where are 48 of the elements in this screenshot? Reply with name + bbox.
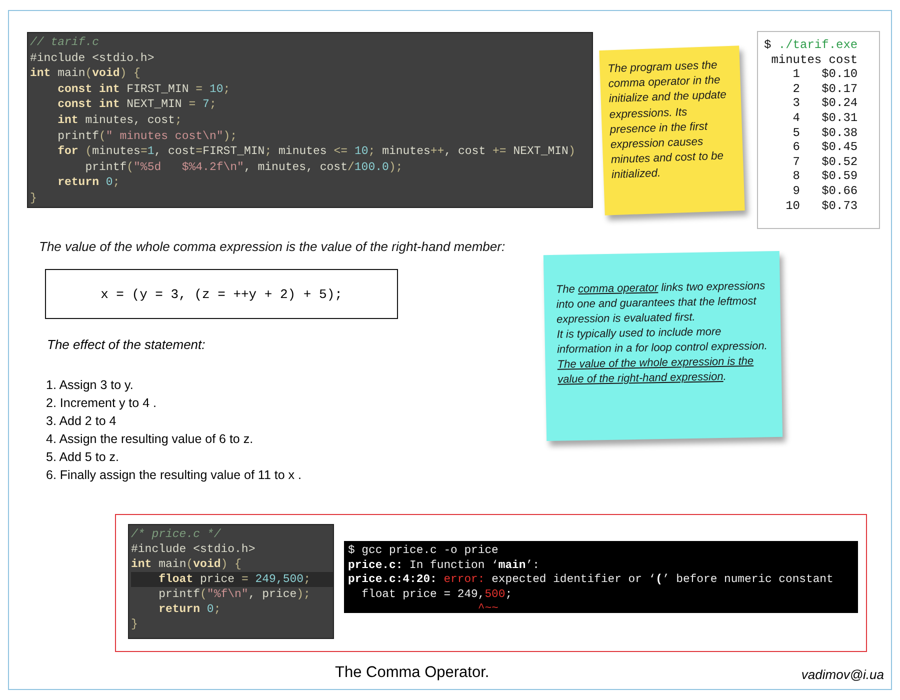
code-line: int minutes, cost; (56, 112, 183, 129)
list-item: 3. Add 2 to 4 (46, 413, 118, 430)
code-line: printf("%5d $%4.2f\n", minutes, cost/100.0); (84, 160, 404, 176)
code-line: const int FIRST_MIN = 10; (56, 82, 232, 98)
output-line: 3 $0.24 (792, 96, 859, 111)
code-line: return 0; (158, 602, 222, 617)
list-item: 2. Increment y to 4 . (46, 395, 158, 412)
code-line: } (131, 617, 139, 632)
effect-heading: The effect of the statement: (47, 337, 206, 352)
expression-box: x = (y = 3, (z = ++y + 2) + 5); (45, 269, 398, 319)
output-line: 10 $0.73 (784, 198, 859, 214)
slide-caption: The Comma Operator. (335, 664, 490, 682)
code-line: /* price.c */ (131, 527, 222, 542)
code-line: } (30, 190, 38, 207)
terminal-line: price.c: In function ‘main’: (348, 558, 540, 573)
output-line: minutes cost (770, 52, 859, 68)
code-line: return 0; (56, 175, 121, 191)
output-line: 7 $0.52 (792, 154, 859, 170)
output-line: $ ./tarif.exe (764, 38, 859, 53)
terminal-line: price.c:4:20: error: expected identifier or ‘(’ before numeric constant (348, 573, 834, 588)
terminal-line: ^~~ (476, 602, 500, 616)
code-line: printf("%f\n", price); (158, 587, 312, 602)
output-line: 4 $0.31 (792, 110, 859, 126)
code-line: printf(" minutes cost\n"); (56, 128, 238, 144)
code-line: int main(void) { (131, 557, 242, 572)
note-text: The program uses the comma operator in the initialize and the update expressions. Its presence in the first expression causes minutes and cost to be initialized. (608, 58, 728, 184)
code-line: #include <stdio.h> (131, 542, 256, 557)
output-line: 5 $0.38 (792, 126, 859, 140)
statement-text: The value of the whole comma expression is the value of the right-hand member: (39, 239, 506, 254)
output-line: 1 $0.10 (792, 67, 859, 82)
code-line: int main(void) { (30, 66, 142, 82)
output-line: 2 $0.17 (792, 82, 859, 96)
terminal-line: float price = 249,500; (360, 588, 514, 602)
code-line: #include <stdio.h> (30, 50, 156, 66)
terminal-line: $ gcc price.c -o price (348, 544, 500, 558)
author-email: vadimov@i.ua (801, 667, 884, 682)
code-line: for (minutes=1, cost=FIRST_MIN; minutes <= 10; minutes++, cost += NEXT_MIN) (56, 144, 576, 160)
list-item: 5. Add 5 to z. (46, 449, 120, 466)
output-line: 8 $0.59 (792, 169, 859, 184)
code-line: // tarif.c (30, 35, 100, 51)
output-line: 9 $0.66 (792, 184, 859, 199)
list-item: 6. Finally assign the resulting value of 11 to x . (46, 467, 302, 484)
output-line: 6 $0.45 (792, 140, 859, 155)
list-item: 1. Assign 3 to y. (46, 377, 134, 394)
note-text: The comma operator links two expressions into one and guarantees that the leftmost expression is evaluated first. (556, 279, 766, 328)
note-text: It is typically used to include more information in a for loop control expression. The value of the whole expression is the value of the right-hand expression. (556, 325, 768, 388)
list-item: 4. Assign the resulting value of 6 to z. (46, 431, 254, 448)
code-line: const int NEXT_MIN = 7; (56, 97, 218, 113)
